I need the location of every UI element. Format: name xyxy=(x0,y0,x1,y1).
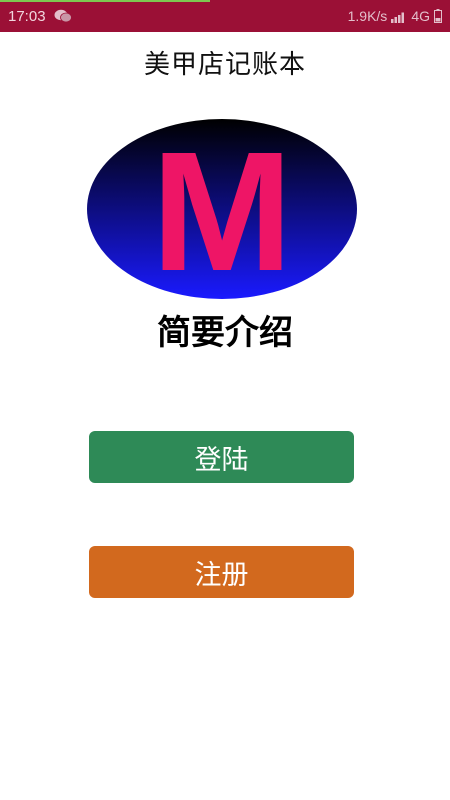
page-load-progress xyxy=(0,0,210,2)
login-button[interactable]: 登陆 xyxy=(89,431,354,483)
status-bar: 17:03 1.9K/s 4G xyxy=(0,0,450,32)
logo: M xyxy=(87,118,357,300)
signal-icon xyxy=(391,12,405,23)
register-button[interactable]: 注册 xyxy=(89,546,354,598)
status-right-group: 1.9K/s 4G xyxy=(348,8,442,24)
network-speed: 1.9K/s xyxy=(347,8,388,24)
status-time: 17:03 xyxy=(8,8,46,25)
intro-title: 简要介绍 xyxy=(157,313,293,353)
battery-icon xyxy=(434,9,442,23)
app-title: 美甲店记账本 xyxy=(143,50,306,80)
network-type: 4G xyxy=(411,8,430,24)
wechat-icon xyxy=(54,9,72,23)
logo-letter: M xyxy=(151,118,293,300)
